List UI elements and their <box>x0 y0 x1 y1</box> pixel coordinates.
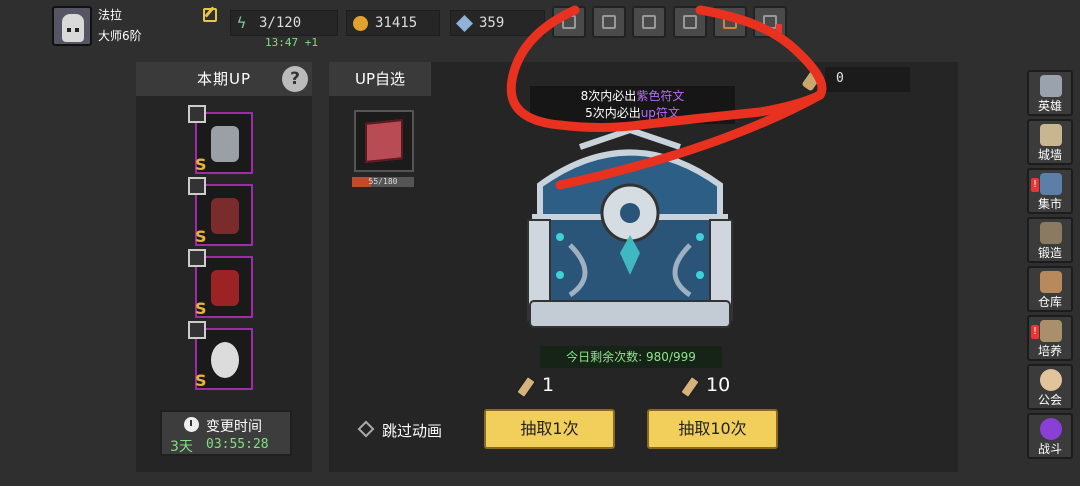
nav-label: 城墙 <box>1037 148 1062 162</box>
gold-counter: 31415 <box>346 10 440 36</box>
bag-button[interactable] <box>552 6 586 38</box>
quest-button[interactable] <box>753 6 787 38</box>
up-rune-card[interactable]: S <box>188 321 253 390</box>
rune-slot-icon <box>188 105 206 123</box>
avatar-eye <box>75 28 79 32</box>
selected-up-item[interactable] <box>354 110 414 172</box>
treasure-chest[interactable] <box>520 125 740 333</box>
guarantee-line-2-text: 5次内必出 <box>585 106 641 120</box>
shop-icon <box>723 15 737 29</box>
nav-label: 战斗 <box>1037 442 1062 456</box>
edit-icon[interactable] <box>203 8 217 22</box>
rune-slot-icon <box>188 177 206 195</box>
mail-icon <box>602 15 616 29</box>
nav-hero[interactable]: 英雄 <box>1027 70 1073 116</box>
gem-icon <box>456 15 473 32</box>
rune-grade: S <box>195 371 207 390</box>
up-rune-highlight: up符文 <box>640 106 680 120</box>
guarantee-notice: 8次内必出紫色符文 5次内必出up符文 <box>530 86 735 124</box>
nav-label: 集市 <box>1037 197 1062 211</box>
rune-slot-icon <box>188 249 206 267</box>
rune-slot-icon <box>188 321 206 339</box>
market-icon <box>1040 173 1062 195</box>
draw-1-button[interactable]: 抽取1次 <box>484 409 615 449</box>
nav-guild[interactable]: 公会 <box>1027 364 1073 410</box>
energy-counter: ϟ 3/120 <box>230 10 338 36</box>
nav-battle[interactable]: 战斗 <box>1027 413 1073 459</box>
gold-value: 31415 <box>375 15 418 31</box>
nav-label: 公会 <box>1037 393 1062 407</box>
help-button[interactable]: ? <box>282 66 308 92</box>
nav-label: 英雄 <box>1037 99 1062 113</box>
scroll-count: 0 <box>825 67 910 92</box>
gift-icon <box>683 15 697 29</box>
gold-coin-icon <box>353 16 368 31</box>
gamepad-button[interactable] <box>632 6 666 38</box>
gem-counter: 359 <box>450 10 545 36</box>
remaining-draws: 今日剩余次数: 980/999 <box>540 346 722 368</box>
nav-wall[interactable]: 城墙 <box>1027 119 1073 165</box>
alert-badge <box>776 24 782 34</box>
change-time-label: 变更时间 <box>206 419 262 435</box>
alert-badge: ! <box>1031 325 1039 339</box>
energy-value: 3/120 <box>259 15 302 31</box>
nav-label: 培养 <box>1037 344 1062 358</box>
anvil-icon <box>1040 222 1062 244</box>
up-select-tab[interactable]: UP自选 <box>329 62 431 96</box>
guild-icon <box>1040 369 1062 391</box>
countdown-timer: 03:55:28 <box>206 437 269 452</box>
nav-label: 锻造 <box>1037 246 1062 260</box>
guarantee-line-1-text: 8次内必出 <box>580 89 637 103</box>
purple-rune-highlight: 紫色符文 <box>636 89 685 103</box>
helmet-icon <box>1040 75 1062 97</box>
bag-icon <box>562 15 576 29</box>
alert-badge: ! <box>1031 178 1039 192</box>
up-rune-card[interactable]: S <box>188 249 253 318</box>
rune-box-icon <box>365 119 403 163</box>
demon-rune-icon <box>211 270 239 306</box>
helmet-rune-icon <box>211 126 239 162</box>
avatar-eye <box>67 28 71 32</box>
wall-icon <box>1040 124 1062 146</box>
draw-10-button[interactable]: 抽取10次 <box>647 409 778 449</box>
quest-icon <box>763 15 777 29</box>
rune-grade: S <box>195 155 207 174</box>
lightning-icon: ϟ <box>237 14 247 32</box>
nav-forge[interactable]: 锻造 <box>1027 217 1073 263</box>
up-rune-card[interactable]: S <box>188 105 253 174</box>
portal-icon <box>1040 418 1062 440</box>
warehouse-icon <box>1040 271 1062 293</box>
change-time-box: 变更时间 3天 03:55:28 <box>160 410 292 456</box>
nav-warehouse[interactable]: 仓库 <box>1027 266 1073 312</box>
player-avatar[interactable] <box>52 6 92 46</box>
nav-training[interactable]: ! 培养 <box>1027 315 1073 361</box>
days-remaining: 3天 <box>170 439 193 455</box>
guarantee-line-1: 8次内必出紫色符文 <box>530 88 735 105</box>
scythe-rune-icon <box>211 198 239 234</box>
rune-grade: S <box>195 299 207 318</box>
skip-animation-label[interactable]: 跳过动画 <box>382 420 442 441</box>
training-icon <box>1040 320 1062 342</box>
energy-timer: 13:47 +1 <box>265 36 318 49</box>
gamepad-icon <box>642 15 656 29</box>
progress-text: 55/180 <box>368 177 398 186</box>
skull-rune-icon <box>211 342 239 378</box>
single-draw-cost: 1 <box>542 374 555 396</box>
up-rune-card[interactable]: S <box>188 177 253 246</box>
player-name: 法拉 <box>98 8 123 22</box>
mail-button[interactable] <box>592 6 626 38</box>
gift-button[interactable] <box>673 6 707 38</box>
pick-progress-bar: 55/180 <box>352 177 414 187</box>
gem-value: 359 <box>479 15 505 31</box>
ten-draw-cost: 10 <box>706 374 731 396</box>
guarantee-line-2: 5次内必出up符文 <box>530 105 735 122</box>
nav-label: 仓库 <box>1037 295 1062 309</box>
nav-market[interactable]: ! 集市 <box>1027 168 1073 214</box>
avatar-face <box>62 14 84 42</box>
player-rank: 大师6阶 <box>98 29 142 43</box>
rune-grade: S <box>195 227 207 246</box>
clock-icon <box>184 417 199 432</box>
shop-button[interactable] <box>713 6 747 38</box>
